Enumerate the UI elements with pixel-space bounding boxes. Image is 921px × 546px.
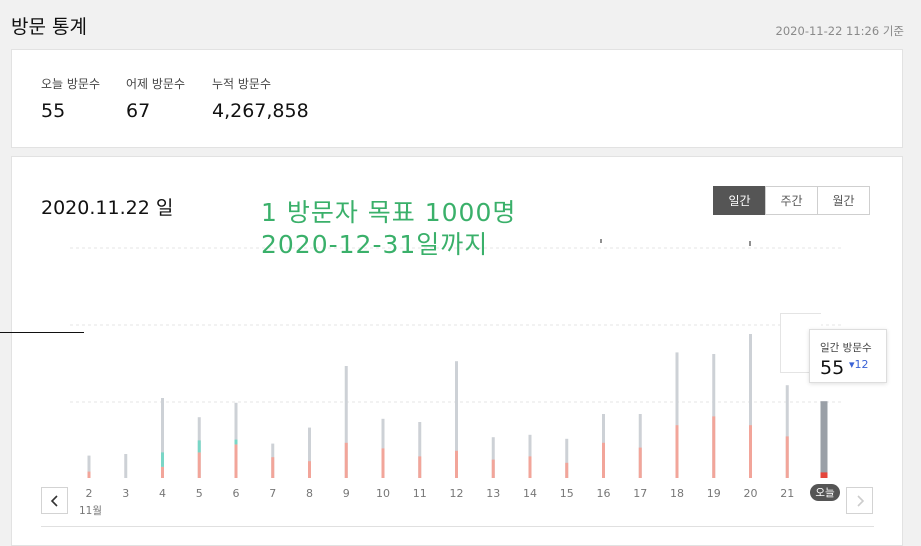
stat-yesterday-label: 어제 방문수	[126, 77, 186, 91]
total-visits-bar[interactable]	[124, 454, 128, 478]
new-visits-bar[interactable]	[271, 457, 275, 478]
stat-yesterday: 어제 방문수 67	[126, 75, 185, 122]
x-tick-label: 3	[122, 487, 129, 500]
period-tabs: 일간 주간 월간	[713, 186, 870, 215]
today-badge: 오늘	[810, 484, 840, 501]
x-tick-label: 4	[159, 487, 166, 500]
stray-line	[0, 332, 84, 333]
x-tick-label: 9	[343, 487, 350, 500]
new-visits-bar[interactable]	[785, 436, 789, 478]
tooltip-delta: ▾12	[849, 358, 869, 371]
stat-total: 누적 방문수 4,267,858	[212, 75, 309, 122]
new-visits-bar[interactable]	[344, 442, 348, 478]
new-visits-bar[interactable]	[308, 461, 311, 478]
new-visits-bar[interactable]	[197, 452, 201, 478]
month-label: 11월	[79, 505, 103, 517]
next-button[interactable]	[846, 487, 873, 514]
x-tick-label: 20	[744, 487, 758, 500]
new-visits-bar[interactable]	[161, 466, 164, 478]
today-total-bar[interactable]	[820, 401, 828, 478]
x-tick-label: 16	[597, 487, 611, 500]
tab-monthly[interactable]: 월간	[817, 186, 870, 215]
new-visits-bar[interactable]	[528, 456, 532, 478]
new-visits-bar[interactable]	[749, 425, 752, 478]
new-visits-bar[interactable]	[418, 456, 422, 478]
new-visits-bar[interactable]	[381, 448, 385, 478]
new-visits-bar[interactable]	[455, 450, 458, 478]
chart-card: 2 3 4 5 6 7 8 9 10 11 12 13 14 15 16 17 18 19 20 21 2020.11…	[11, 156, 903, 546]
tab-weekly[interactable]: 주간	[765, 186, 818, 215]
stat-total-label: 누적 방문수	[212, 77, 272, 91]
stat-total-value: 4,267,858	[212, 100, 309, 122]
teal-visits-bar[interactable]	[161, 452, 164, 467]
visits-tooltip: 일간 방문수 55 ▾12	[809, 329, 887, 383]
x-tick-label: 10	[376, 487, 390, 500]
chevron-left-icon	[50, 494, 58, 507]
new-visits-bar[interactable]	[87, 471, 91, 478]
x-tick-label: 2	[86, 487, 93, 500]
tooltip-value: 55	[820, 357, 845, 379]
teal-visits-bar[interactable]	[197, 440, 201, 453]
chart-date-title: 2020.11.22 일	[41, 197, 174, 219]
x-tick-label: 18	[670, 487, 684, 500]
x-tick-label: 5	[196, 487, 203, 500]
prev-button[interactable]	[41, 487, 68, 514]
new-visits-bar[interactable]	[234, 444, 238, 478]
stat-today: 오늘 방문수 55	[41, 75, 100, 122]
stat-today-value: 55	[41, 100, 66, 122]
x-tick-label: 6	[233, 487, 240, 500]
x-tick-label: 7	[269, 487, 276, 500]
x-tick-label: 21	[780, 487, 794, 500]
today-new-bar[interactable]	[820, 472, 828, 478]
new-visits-bar[interactable]	[491, 459, 495, 478]
timestamp: 2020-11-22 11:26 기준	[775, 24, 904, 38]
goal-annotation: 1 방문자 목표 1000명 2020-12-31일까지	[261, 198, 517, 259]
x-tick-label: 8	[306, 487, 313, 500]
tooltip-label: 일간 방문수	[820, 342, 872, 354]
x-tick-label: 15	[560, 487, 574, 500]
chart-divider	[41, 526, 874, 527]
stat-today-label: 오늘 방문수	[41, 77, 101, 91]
x-tick-label: 12	[450, 487, 464, 500]
tab-daily[interactable]: 일간	[713, 186, 766, 215]
x-tick-label: 14	[523, 487, 537, 500]
x-tick-label: 13	[486, 487, 500, 500]
new-visits-bar[interactable]	[675, 425, 679, 478]
teal-visits-bar[interactable]	[234, 439, 238, 445]
stat-yesterday-value: 67	[126, 100, 151, 122]
stats-summary-card: 오늘 방문수 55 어제 방문수 67 누적 방문수 4,267,858	[11, 49, 903, 148]
new-visits-bar[interactable]	[602, 442, 605, 478]
new-visits-bar[interactable]	[712, 416, 716, 478]
x-tick-label: 19	[707, 487, 721, 500]
new-visits-bar[interactable]	[638, 447, 642, 478]
x-tick-label: 11	[413, 487, 427, 500]
chevron-right-icon	[856, 494, 864, 507]
x-tick-label: 17	[633, 487, 647, 500]
new-visits-bar[interactable]	[565, 462, 569, 478]
page-title: 방문 통계	[11, 16, 87, 38]
